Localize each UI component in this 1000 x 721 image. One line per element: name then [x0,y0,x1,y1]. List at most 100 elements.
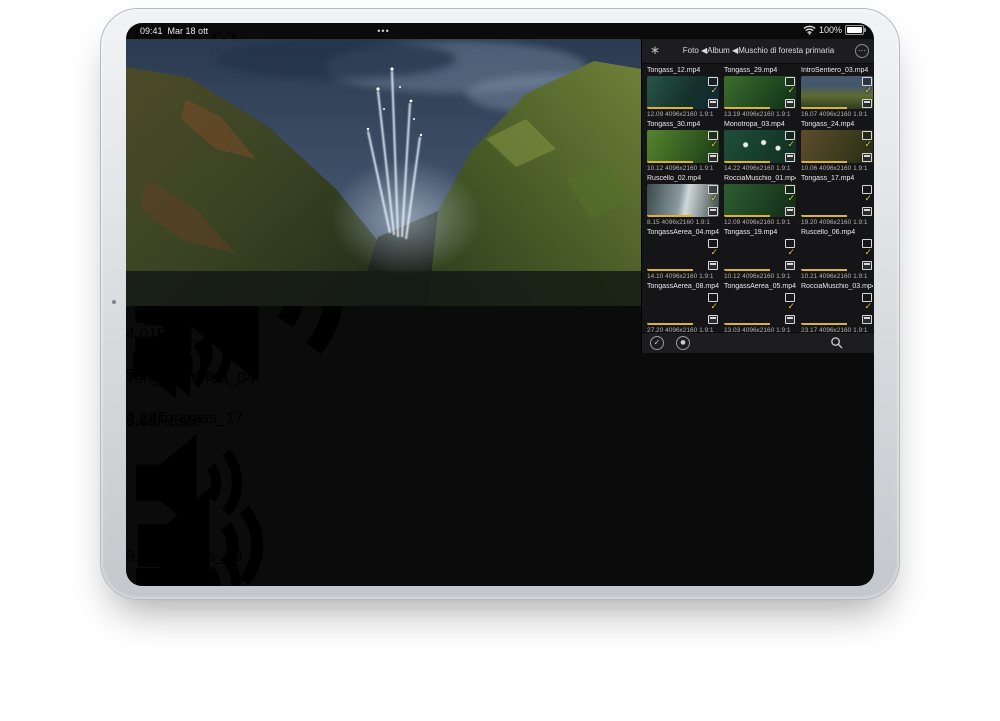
media-item-resolution: 4096x2160 [742,165,774,172]
used-check-icon: ✓ [710,248,718,258]
media-item-ratio: 1.9:1 [853,165,867,172]
media-item[interactable]: IntroSentiero_03.mp4 ✓ 16.07 4096x2160 1… [801,67,873,118]
filter-icon[interactable]: ● [676,336,690,350]
media-item-thumbnail: ✓ [801,184,873,217]
media-item-duration: 8.15 [647,219,660,226]
media-item[interactable]: RocciaMuschio_01.mp4 ✓ 12.09 4096x2160 1… [724,175,796,226]
media-breadcrumb[interactable]: Foto ◀Album ◀Muschio di foresta primaria [666,46,851,55]
media-item-resolution: 4096x2160 [742,111,774,118]
media-item-ratio: 1.9:1 [776,219,790,226]
panel-more-icon[interactable]: ⋯ [855,44,869,58]
duration-bar [801,269,847,271]
media-item-name: Tongass_19.mp4 [724,229,796,238]
media-item-ratio: 1.9:1 [699,165,713,172]
app-switcher-dots: ••• [126,26,641,36]
media-item-thumbnail: ✓ [724,184,796,217]
media-item-name: Tongass_24.mp4 [801,121,873,130]
media-item[interactable]: Ruscello_02.mp4 ✓ 8.15 4096x2160 1.9:1 [647,175,719,226]
media-item-ratio: 1.9:1 [695,219,709,226]
speaker-icon [126,322,211,407]
media-item[interactable]: Ruscello_06.mp4 ✓ 10.21 4096x2160 1.9:1 [801,229,873,280]
duration-bar [647,161,693,163]
import-card-icon [785,153,795,162]
media-item-duration: 10.12 [647,165,663,172]
media-item-resolution: 4096x2160 [742,219,774,226]
media-item-resolution: 4096x2160 [742,273,774,280]
duration-bar [801,107,847,109]
media-item-duration: 14.10 [647,273,663,280]
used-check-icon: ✓ [864,194,872,204]
timeline-clip[interactable]: ~9.12Tongass_12 [126,526,246,552]
media-type-icon [862,185,872,194]
media-item[interactable]: Tongass_12.mp4 ✓ 12.09 4096x2160 1.9:1 [647,67,719,118]
timeline-clip[interactable]: 3.14 [126,322,211,346]
duration-bar [724,269,770,271]
media-item[interactable]: TongassAerea_05.mp4 ✓ 13.03 4096x2160 1.… [724,283,796,334]
media-type-icon [785,293,795,302]
media-item-duration: 13.19 [724,111,740,118]
duration-bar [801,215,847,217]
duration-bar [647,269,693,271]
media-item-thumbnail: ✓ [801,292,873,325]
media-item-resolution: 4096x2160 [819,219,851,226]
media-item-ratio: 1.9:1 [776,273,790,280]
media-item[interactable]: RocciaMuschio_03.mp4 ✓ 23.17 4096x2160 1… [801,283,873,334]
media-item[interactable]: TongassAerea_08.mp4 ✓ 27.20 4096x2160 1.… [647,283,719,334]
timeline-clip[interactable]: 9.11Tongass_29 [126,422,247,448]
timeline-clip[interactable]: 8.16IntroSentiero_03 [126,474,269,500]
media-item-name: RocciaMuschio_01.mp4 [724,175,796,184]
used-check-icon: ✓ [864,86,872,96]
video-preview[interactable] [126,39,641,306]
media-item-name: TongassAerea_08.mp4 [647,283,719,292]
media-item-thumbnail: ✓ [647,238,719,271]
media-item-duration: 16.07 [801,111,817,118]
media-item[interactable]: Tongass_17.mp4 ✓ 19.20 4096x2160 1.9:1 [801,175,873,226]
media-item-duration: 19.20 [801,219,817,226]
media-item-duration: 10.06 [801,165,817,172]
used-check-icon: ✓ [710,140,718,150]
media-item-name: Monotropa_03.mp4 [724,121,796,130]
media-item-resolution: 4096x2160 [665,273,697,280]
select-all-icon[interactable]: ✓ [650,336,664,350]
import-card-icon [862,261,872,270]
search-icon[interactable] [830,336,843,349]
media-item[interactable]: Tongass_19.mp4 ✓ 10.12 4096x2160 1.9:1 [724,229,796,280]
front-camera [112,300,116,304]
media-item-name: TongassAerea_04.mp4 [647,229,719,238]
media-library-panel: ∗ Foto ◀Album ◀Muschio di foresta primar… [641,39,874,353]
media-item[interactable]: Tongass_29.mp4 ✓ 13.19 4096x2160 1.9:1 [724,67,796,118]
media-item-ratio: 1.9:1 [853,219,867,226]
media-type-icon [708,239,718,248]
media-item-name: TongassAerea_05.mp4 [724,283,796,292]
media-item-name: Tongass_12.mp4 [647,67,719,76]
library-settings-icon[interactable]: ∗ [650,43,660,57]
page: 09:41 Mar 18 ott ••• 100% [0,0,1000,721]
preview-frame-image [126,39,641,306]
media-item[interactable]: Tongass_24.mp4 ✓ 10.06 4096x2160 1.9:1 [801,121,873,172]
media-type-icon [708,77,718,86]
status-bar: 09:41 Mar 18 ott ••• 100% [126,23,874,39]
media-type-icon [862,131,872,140]
import-card-icon [785,261,795,270]
media-item-duration: 12.09 [647,111,663,118]
media-type-icon [785,131,795,140]
media-item[interactable]: TongassAerea_04.mp4 ✓ 14.10 4096x2160 1.… [647,229,719,280]
media-item[interactable]: Tongass_30.mp4 ✓ 10.12 4096x2160 1.9:1 [647,121,719,172]
media-type-icon [862,293,872,302]
media-item-ratio: 1.9:1 [776,165,790,172]
used-check-icon: ✓ [787,194,795,204]
used-check-icon: ✓ [787,86,795,96]
media-item[interactable]: Monotropa_03.mp4 ✓ 14.22 4096x2160 1.9:1 [724,121,796,172]
media-item-resolution: 4096x2160 [665,165,697,172]
media-type-icon [708,185,718,194]
import-card-icon [862,315,872,324]
duration-bar [647,215,693,217]
import-card-icon [862,207,872,216]
duration-bar [801,161,847,163]
media-item-thumbnail: ✓ [801,238,873,271]
media-item-thumbnail: ✓ [801,76,873,109]
duration-bar [647,323,693,325]
media-item-thumbnail: ✓ [724,130,796,163]
media-item-thumbnail: ✓ [647,184,719,217]
used-check-icon: ✓ [787,302,795,312]
